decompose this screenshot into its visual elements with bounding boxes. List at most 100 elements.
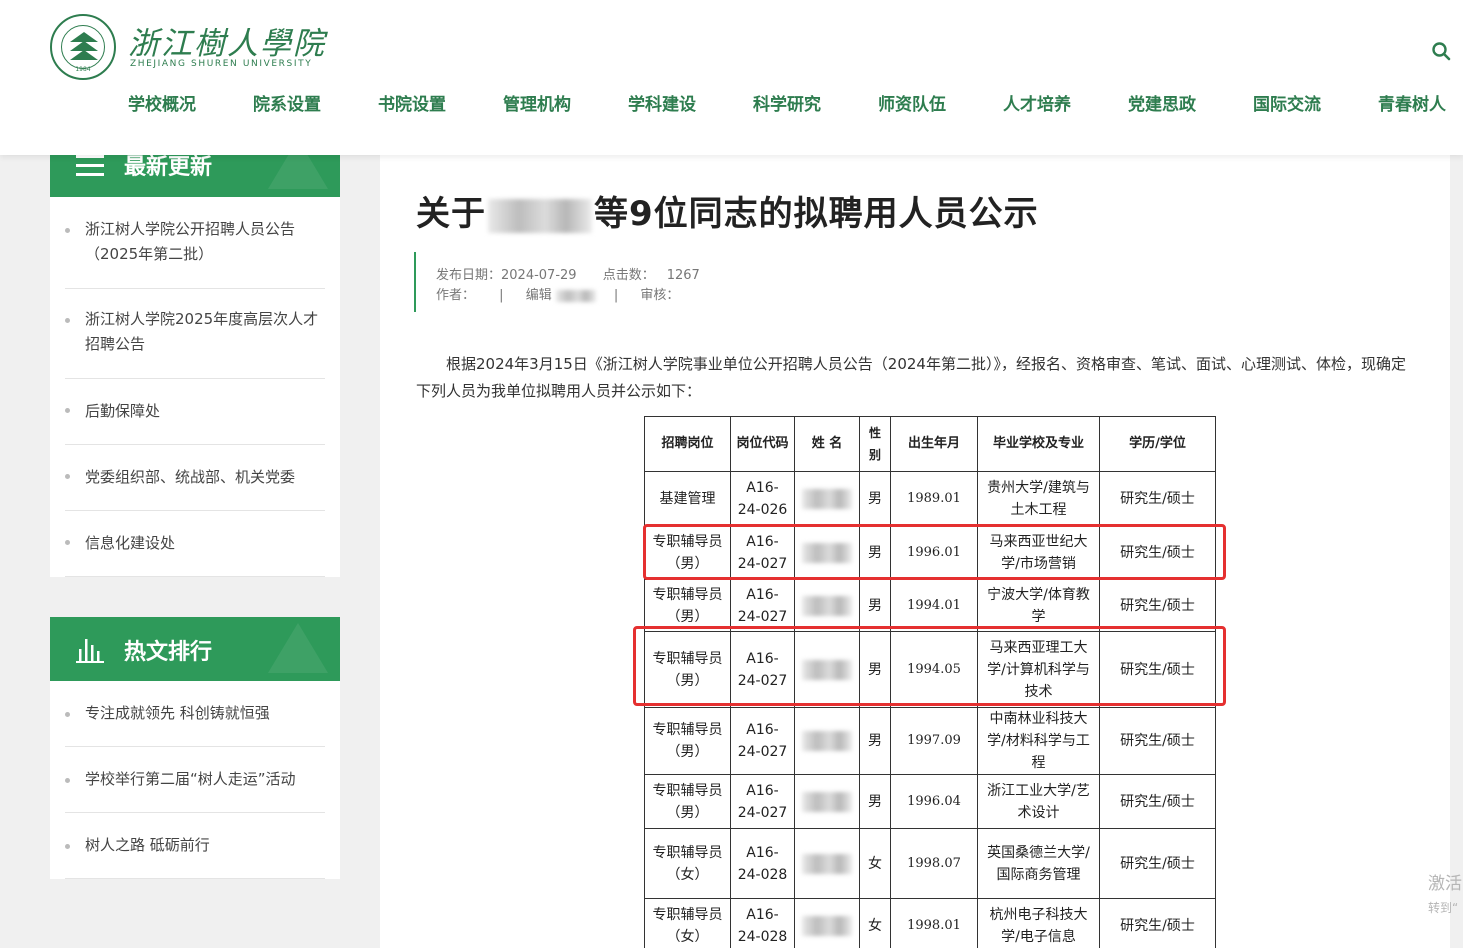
separator: | — [499, 288, 504, 303]
cell-name — [794, 898, 860, 948]
cell-degree: 研究生/硕士 — [1099, 707, 1216, 775]
table-row: 基建管理 A16-24-026 男 1989.01 贵州大学/建筑与土木工程 研… — [644, 471, 1216, 526]
emblem-inner — [61, 25, 105, 69]
main-nav: 学校概况 院系设置 书院设置 管理机构 学科建设 科学研究 师资队伍 人才培养 … — [0, 90, 1463, 118]
list-item-label: 浙江树人学院公开招聘人员公告（2025年第二批） — [85, 220, 296, 263]
article-paragraph: 根据2024年3月15日《浙江树人学院事业单位公开招聘人员公告（2024年第二批… — [416, 355, 1406, 400]
list-item[interactable]: 后勤保障处 — [65, 379, 325, 445]
cell-name — [794, 579, 860, 632]
col-header-degree: 学历/学位 — [1099, 416, 1216, 472]
article-meta-line-2: 作者： | 编辑 | 审核： — [436, 284, 679, 303]
cell-dob: 1996.01 — [890, 525, 978, 580]
col-header-gender: 性别 — [859, 416, 891, 472]
nav-item-departments[interactable]: 院系设置 — [253, 90, 321, 115]
university-emblem-logo[interactable]: 1984 — [50, 14, 116, 80]
title-prefix: 关于 — [416, 194, 486, 234]
emblem-tree-tier — [70, 50, 98, 60]
list-item[interactable]: 树人之路 砥砺前行 — [65, 813, 325, 879]
col-header-post: 招聘岗位 — [644, 416, 731, 472]
table-row: 专职辅导员（男） A16-24-027 男 1997.09 中南林业科技大学/材… — [644, 707, 1216, 775]
cell-degree: 研究生/硕士 — [1099, 631, 1216, 708]
redacted-name — [802, 488, 852, 509]
col-header-name: 姓 名 — [794, 416, 860, 472]
list-item[interactable]: 专注成就领先 科创铸就恒强 — [65, 681, 325, 747]
list-item-label: 浙江树人学院2025年度高层次人才招聘公告 — [85, 310, 319, 353]
nav-item-administration[interactable]: 管理机构 — [503, 90, 571, 115]
page-title: 关于 等9位同志的拟聘用人员公示 — [416, 186, 1039, 235]
redacted-name — [802, 731, 852, 751]
header-decoration — [268, 623, 328, 673]
table-row: 专职辅导员（男） A16-24-027 男 1996.01 马来西亚世纪大学/市… — [644, 525, 1216, 580]
cell-code: A16-24-026 — [730, 471, 795, 526]
list-item-label: 信息化建设处 — [85, 534, 176, 552]
bullet-dot — [65, 318, 70, 323]
list-item[interactable]: 学校举行第二届“树人走运”活动 — [65, 747, 325, 813]
cell-name — [794, 471, 860, 526]
cell-degree: 研究生/硕士 — [1099, 579, 1216, 632]
cell-school: 中南林业科技大学/材料科学与工程 — [977, 707, 1100, 775]
col-header-code: 岗位代码 — [730, 416, 795, 472]
cell-school: 马来西亚世纪大学/市场营销 — [977, 525, 1100, 580]
cell-gender: 男 — [859, 774, 891, 829]
list-item[interactable]: 浙江树人学院2025年度高层次人才招聘公告 — [65, 289, 325, 379]
cell-name — [794, 525, 860, 580]
col-header-dob: 出生年月 — [890, 416, 978, 472]
menu-icon — [76, 155, 104, 176]
redacted-name — [802, 791, 852, 812]
cell-code: A16-24-028 — [730, 828, 795, 899]
logo-chinese-name[interactable]: 浙江樹人學院 — [128, 18, 326, 63]
cell-gender: 男 — [859, 525, 891, 580]
date-label: 发布日期： — [436, 268, 502, 283]
cell-dob: 1989.01 — [890, 471, 978, 526]
cell-degree: 研究生/硕士 — [1099, 525, 1216, 580]
bullet-dot — [65, 844, 70, 849]
redacted-name — [802, 659, 852, 680]
cell-gender: 女 — [859, 828, 891, 899]
activation-watermark: 激活 转到“ — [1428, 872, 1462, 920]
list-item[interactable]: 信息化建设处 — [65, 511, 325, 577]
bullet-dot — [65, 408, 70, 413]
nav-item-research[interactable]: 科学研究 — [753, 90, 821, 115]
nav-item-faculty[interactable]: 师资队伍 — [878, 90, 946, 115]
cell-degree: 研究生/硕士 — [1099, 471, 1216, 526]
meta-accent-bar — [414, 252, 416, 312]
logo-english-name[interactable]: ZHEJIANG SHUREN UNIVERSITY — [130, 59, 312, 69]
nav-item-school-overview[interactable]: 学校概况 — [128, 90, 196, 115]
redacted-name — [802, 915, 852, 936]
cell-name — [794, 707, 860, 775]
article-meta-line-1: 发布日期：2024-07-29 点击数： 1267 — [436, 264, 700, 283]
publish-date: 2024-07-29 — [501, 268, 577, 283]
nav-item-talent-training[interactable]: 人才培养 — [1003, 90, 1071, 115]
redacted-name — [488, 198, 592, 233]
hot-articles-list: 专注成就领先 科创铸就恒强 学校举行第二届“树人走运”活动 树人之路 砥砺前行 — [50, 681, 340, 879]
cell-dob: 1997.09 — [890, 707, 978, 775]
bullet-dot — [65, 778, 70, 783]
table-row: 专职辅导员（男） A16-24-027 男 1994.05 马来西亚理工大学/计… — [644, 631, 1216, 708]
list-item[interactable]: 党委组织部、统战部、机关党委 — [65, 445, 325, 511]
list-item[interactable]: 浙江树人学院公开招聘人员公告（2025年第二批） — [65, 217, 325, 289]
bar-chart-icon — [76, 639, 104, 663]
table-header-row: 招聘岗位 岗位代码 姓 名 性别 出生年月 毕业学校及专业 学历/学位 — [644, 416, 1216, 472]
search-icon[interactable] — [1431, 41, 1451, 61]
cell-gender: 男 — [859, 579, 891, 632]
nav-item-international[interactable]: 国际交流 — [1253, 90, 1321, 115]
redacted-name — [802, 595, 852, 616]
cell-code: A16-24-028 — [730, 898, 795, 948]
nav-item-colleges[interactable]: 书院设置 — [378, 90, 446, 115]
watermark-line-2: 转到“ — [1428, 901, 1459, 915]
cell-school: 宁波大学/体育教学 — [977, 579, 1100, 632]
cell-code: A16-24-027 — [730, 579, 795, 632]
cell-degree: 研究生/硕士 — [1099, 828, 1216, 899]
hot-articles-title: 热文排行 — [124, 640, 213, 665]
cell-degree: 研究生/硕士 — [1099, 774, 1216, 829]
cell-gender: 女 — [859, 898, 891, 948]
list-item-label: 专注成就领先 科创铸就恒强 — [85, 704, 270, 722]
nav-item-youth[interactable]: 青春树人 — [1378, 90, 1446, 115]
redacted-name — [802, 853, 852, 874]
watermark-line-1: 激活 — [1428, 874, 1462, 894]
nav-item-party-building[interactable]: 党建思政 — [1128, 90, 1196, 115]
bullet-dot — [65, 228, 70, 233]
nav-item-disciplines[interactable]: 学科建设 — [628, 90, 696, 115]
cell-code: A16-24-027 — [730, 631, 795, 708]
cell-gender: 男 — [859, 471, 891, 526]
